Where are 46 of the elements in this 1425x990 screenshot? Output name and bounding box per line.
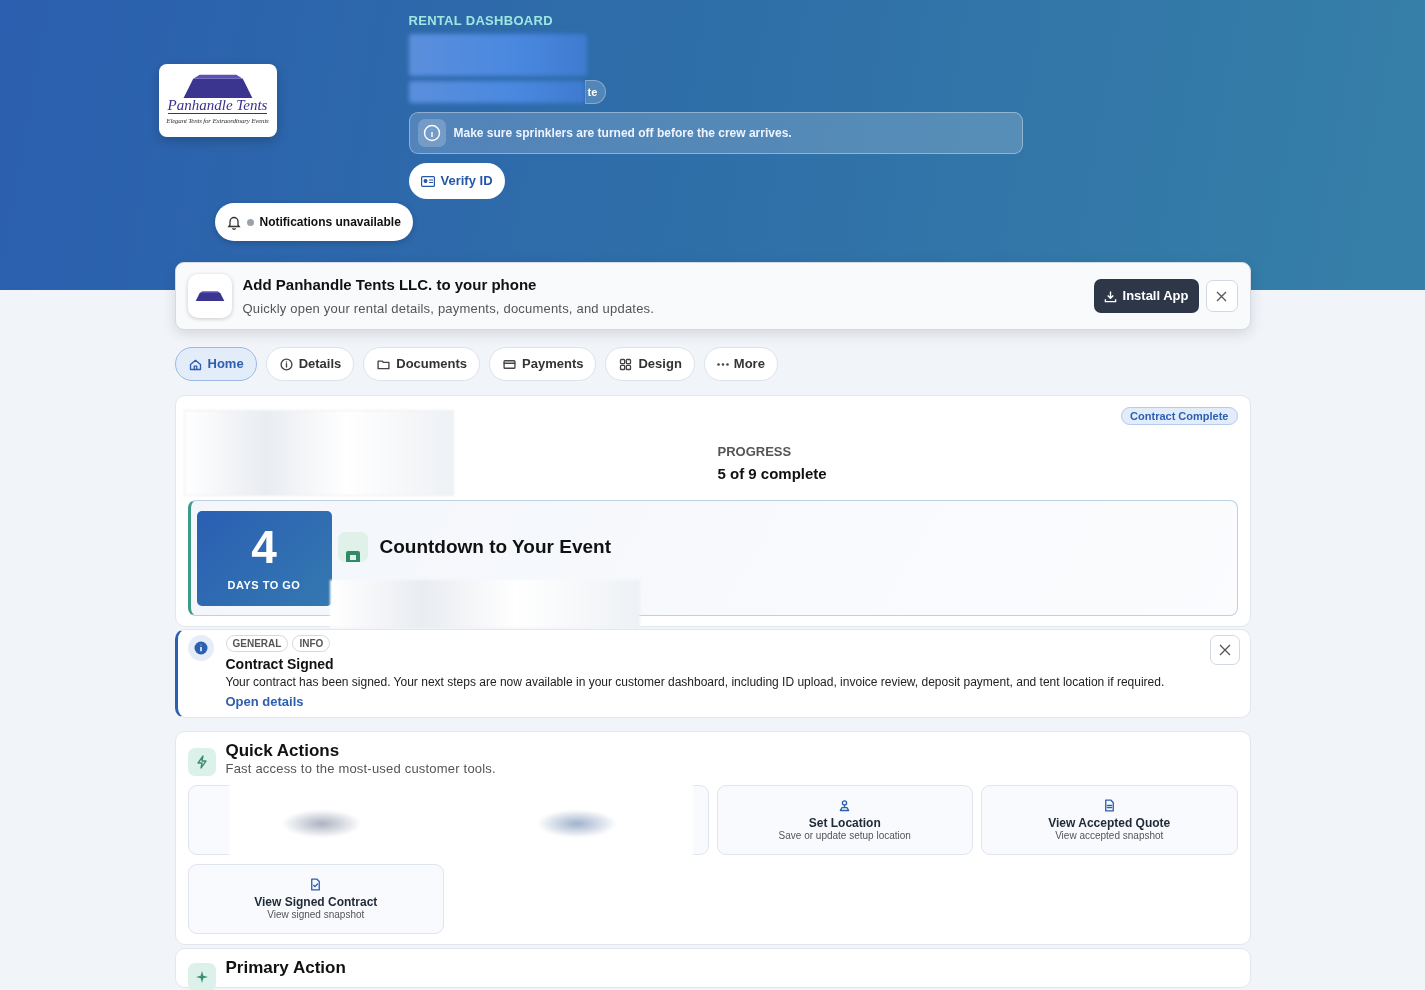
info-icon: [187, 635, 214, 661]
grid-icon: [618, 356, 634, 372]
info-icon: [278, 356, 294, 372]
banner-subtitle: Quickly open your rental details, payments, documents, and updates.: [242, 299, 656, 318]
nav-tab[interactable]: Home: [174, 347, 257, 381]
nav-tab[interactable]: Documents: [363, 347, 481, 381]
calendar-icon: [337, 532, 368, 562]
more-icon: [716, 362, 729, 366]
section-title: Quick Actions: [225, 739, 341, 761]
notifications-status[interactable]: Notifications unavailable: [214, 203, 413, 241]
close-icon: [1216, 290, 1227, 302]
action-card[interactable]: View Signed Contract View signed snapshot: [187, 864, 444, 935]
notification-body: Your contract has been signed. Your next steps are now available in your customer dashboard, including ID upload, invoice review, deposit payment, and tent location if required.: [225, 675, 1166, 691]
open-details-link[interactable]: Open details: [225, 693, 304, 711]
contract-status-badge: Contract Complete: [1121, 407, 1238, 425]
section-subtitle: Fast access to the most-used customer tools.: [225, 760, 496, 778]
info-icon: [422, 124, 441, 142]
download-icon: [1103, 289, 1117, 303]
action-card[interactable]: View Accepted Quote View accepted snapshot: [981, 785, 1238, 856]
close-icon: [1218, 644, 1231, 656]
section-title: Primary Action: [225, 957, 346, 980]
verify-id-button[interactable]: Verify ID: [408, 163, 505, 199]
progress-label: PROGRESS: [717, 444, 793, 461]
logo-title: Panhandle Tents: [167, 98, 268, 115]
days-number: 4: [251, 523, 277, 570]
status-dot: [246, 218, 254, 226]
bolt-icon: [187, 747, 216, 776]
nav-tab[interactable]: More: [703, 347, 778, 381]
action-card[interactable]: Set Location Save or update setup location: [716, 785, 973, 856]
progress-value: 5 of 9 complete: [717, 463, 828, 484]
tent-icon: [194, 291, 225, 301]
countdown-title: Countdown to Your Event: [379, 534, 611, 559]
notification-title: Contract Signed: [225, 655, 335, 674]
dashboard-eyebrow: RENTAL DASHBOARD: [408, 12, 554, 30]
notice-text: Make sure sprinklers are turned off before the crew arrives.: [453, 125, 792, 142]
close-button[interactable]: [1209, 635, 1240, 665]
nav-tab[interactable]: Details: [265, 347, 355, 381]
notifications-label: Notifications unavailable: [259, 214, 401, 231]
banner-title: Add Panhandle Tents LLC. to your phone: [242, 275, 538, 295]
nav-tab[interactable]: Payments: [489, 347, 597, 381]
nav-tab[interactable]: Design: [605, 347, 695, 381]
bell-icon: [226, 214, 241, 230]
install-app-button[interactable]: Install App: [1093, 279, 1199, 313]
id-card-icon: [420, 175, 435, 187]
status-badge: te: [584, 79, 607, 104]
days-label: DAYS TO GO: [227, 577, 301, 593]
